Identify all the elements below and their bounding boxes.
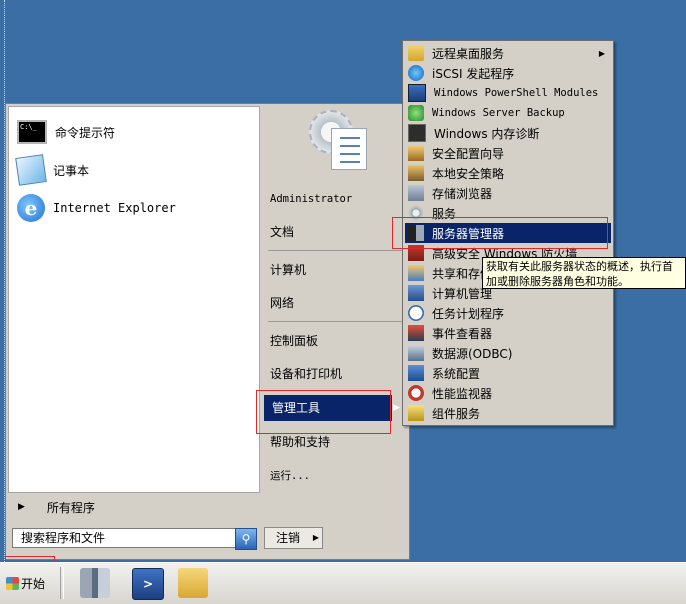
- triangle-right-icon: ▶: [598, 48, 605, 58]
- submenu-item-label: 任务计划程序: [432, 306, 505, 321]
- right-item-control-panel[interactable]: 控制面板: [270, 328, 400, 354]
- submenu-item-label: Windows PowerShell Modules: [434, 87, 599, 99]
- submenu-item-label: 组件服务: [432, 406, 481, 421]
- taskbar: 开始 >: [0, 562, 686, 604]
- submenu-item-label: 存储浏览器: [432, 186, 493, 201]
- powershell-taskbar-icon[interactable]: >: [132, 568, 164, 600]
- submenu-item[interactable]: 性能监视器: [405, 383, 611, 403]
- tooltip-line: 加或删除服务器角色和功能。: [486, 275, 629, 288]
- right-item-documents[interactable]: 文档: [270, 219, 400, 245]
- submenu-item-label: 事件查看器: [432, 326, 493, 341]
- submenu-item-label: iSCSI 发起程序: [432, 66, 515, 81]
- notepad-icon: [15, 154, 47, 186]
- server-manager-taskbar-icon[interactable]: [80, 568, 110, 598]
- windows-logo-icon: [6, 576, 19, 590]
- user-picture: [309, 110, 371, 174]
- globe-icon: [408, 65, 424, 81]
- submenu-item[interactable]: 数据源(ODBC): [405, 343, 611, 363]
- task-scheduler-icon: [408, 305, 424, 321]
- pinned-item-label: 记事本: [53, 163, 90, 178]
- folder-icon: [408, 45, 424, 61]
- pinned-item-label: 命令提示符: [55, 125, 116, 140]
- right-item-network[interactable]: 网络: [270, 290, 400, 316]
- security-wizard-icon: [408, 145, 424, 161]
- search-button[interactable]: ⚲: [235, 528, 257, 550]
- submenu-item-label: Windows Server Backup: [432, 107, 565, 119]
- submenu-item[interactable]: 存储浏览器: [405, 183, 611, 203]
- right-item-computer[interactable]: 计算机: [270, 257, 400, 283]
- triangle-right-icon: ▶: [18, 502, 25, 512]
- submenu-item-label: 系统配置: [432, 366, 481, 381]
- submenu-item-label: 数据源(ODBC): [432, 346, 513, 361]
- submenu-item[interactable]: 系统配置: [405, 363, 611, 383]
- odbc-icon: [408, 345, 424, 361]
- search-input[interactable]: 搜索程序和文件: [12, 528, 242, 548]
- submenu-item[interactable]: 组件服务: [405, 403, 611, 423]
- explorer-taskbar-icon[interactable]: [178, 568, 208, 598]
- divider: [268, 321, 402, 322]
- pinned-programs-pane: C:\_ 命令提示符 记事本 e Internet Explorer: [8, 106, 260, 493]
- submenu-item-label: 性能监视器: [432, 386, 493, 401]
- start-button[interactable]: 开始: [6, 569, 52, 597]
- right-item-devices-printers[interactable]: 设备和打印机: [270, 361, 400, 387]
- start-menu: C:\_ 命令提示符 记事本 e Internet Explorer ▶ 所有程…: [5, 103, 410, 560]
- submenu-item[interactable]: Windows Server Backup: [405, 103, 611, 123]
- all-programs-label: 所有程序: [46, 500, 95, 515]
- search-icon: ⚲: [241, 532, 251, 546]
- highlight-server-manager: [392, 217, 608, 249]
- pinned-item-notepad[interactable]: 记事本: [15, 153, 90, 187]
- tooltip: 获取有关此服务器状态的概述，执行首 加或删除服务器角色和功能。: [482, 257, 686, 289]
- tooltip-line: 获取有关此服务器状态的概述，执行首: [486, 260, 673, 273]
- submenu-item-label: 本地安全策略: [432, 166, 505, 181]
- component-services-icon: [408, 405, 424, 421]
- triangle-right-icon: ▶: [393, 403, 400, 413]
- submenu-item-label: Windows 内存诊断: [434, 126, 540, 141]
- internet-explorer-icon: e: [17, 194, 45, 222]
- submenu-item[interactable]: Windows 内存诊断: [405, 123, 611, 143]
- submenu-item[interactable]: Windows PowerShell Modules: [405, 83, 611, 103]
- submenu-item[interactable]: 安全配置向导: [405, 143, 611, 163]
- checklist-icon: [331, 128, 367, 170]
- submenu-item[interactable]: 任务计划程序: [405, 303, 611, 323]
- backup-icon: [408, 105, 424, 121]
- pinned-item-internet-explorer[interactable]: e Internet Explorer: [17, 191, 176, 225]
- start-label: 开始: [21, 576, 46, 591]
- submenu-item[interactable]: 事件查看器: [405, 323, 611, 343]
- submenu-item[interactable]: 远程桌面服务 ▶: [405, 43, 611, 63]
- divider: [268, 250, 402, 251]
- right-item-run[interactable]: 运行...: [270, 463, 400, 489]
- submenu-item-label: 安全配置向导: [432, 146, 505, 161]
- shutdown-options-button[interactable]: ▶: [310, 527, 323, 549]
- right-item-administrator[interactable]: Administrator: [270, 186, 400, 212]
- computer-management-icon: [408, 285, 424, 301]
- performance-monitor-icon: [408, 385, 424, 401]
- cmd-icon: C:\_: [17, 120, 47, 144]
- pinned-item-cmd[interactable]: C:\_ 命令提示符: [17, 115, 115, 149]
- highlight-admin-tools: [256, 390, 391, 434]
- system-config-icon: [408, 365, 424, 381]
- pinned-item-label: Internet Explorer: [53, 201, 176, 215]
- powershell-icon: [408, 84, 426, 102]
- all-programs-button[interactable]: ▶ 所有程序: [8, 492, 258, 522]
- submenu-item[interactable]: 本地安全策略: [405, 163, 611, 183]
- divider: [60, 567, 64, 599]
- share-storage-icon: [408, 265, 424, 281]
- logoff-button[interactable]: 注销: [264, 527, 312, 549]
- submenu-item-label: 远程桌面服务: [432, 46, 505, 61]
- event-viewer-icon: [408, 325, 424, 341]
- local-policy-icon: [408, 165, 424, 181]
- submenu-item[interactable]: iSCSI 发起程序: [405, 63, 611, 83]
- triangle-right-icon: ▶: [312, 533, 320, 542]
- memory-diagnostic-icon: [408, 124, 426, 142]
- storage-explorer-icon: [408, 185, 424, 201]
